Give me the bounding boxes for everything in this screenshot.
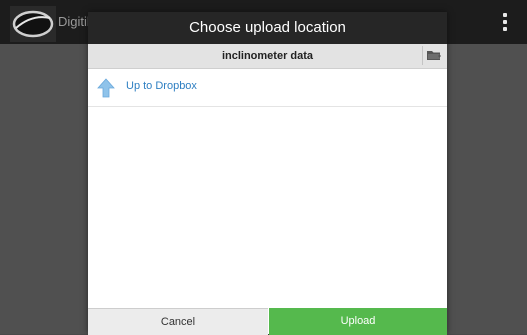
dialog-title: Choose upload location: [88, 12, 447, 44]
new-folder-button[interactable]: [422, 46, 445, 65]
folder-list: Up to Dropbox: [88, 69, 447, 307]
overflow-menu-icon[interactable]: [497, 8, 513, 36]
cancel-button[interactable]: Cancel: [88, 308, 268, 335]
current-folder-bar: inclinometer data: [88, 44, 447, 69]
upload-button[interactable]: Upload: [269, 308, 447, 335]
folder-icon: [427, 51, 441, 60]
list-item-label: Up to Dropbox: [126, 80, 197, 92]
digitilt-logo-icon: [10, 6, 56, 42]
current-folder-name: inclinometer data: [221, 50, 314, 62]
dialog-footer: Cancel Upload: [88, 308, 447, 335]
up-arrow-icon: [97, 78, 115, 98]
list-item-up-to-dropbox[interactable]: Up to Dropbox: [88, 69, 447, 107]
upload-location-dialog: Choose upload location inclinometer data…: [88, 12, 447, 335]
